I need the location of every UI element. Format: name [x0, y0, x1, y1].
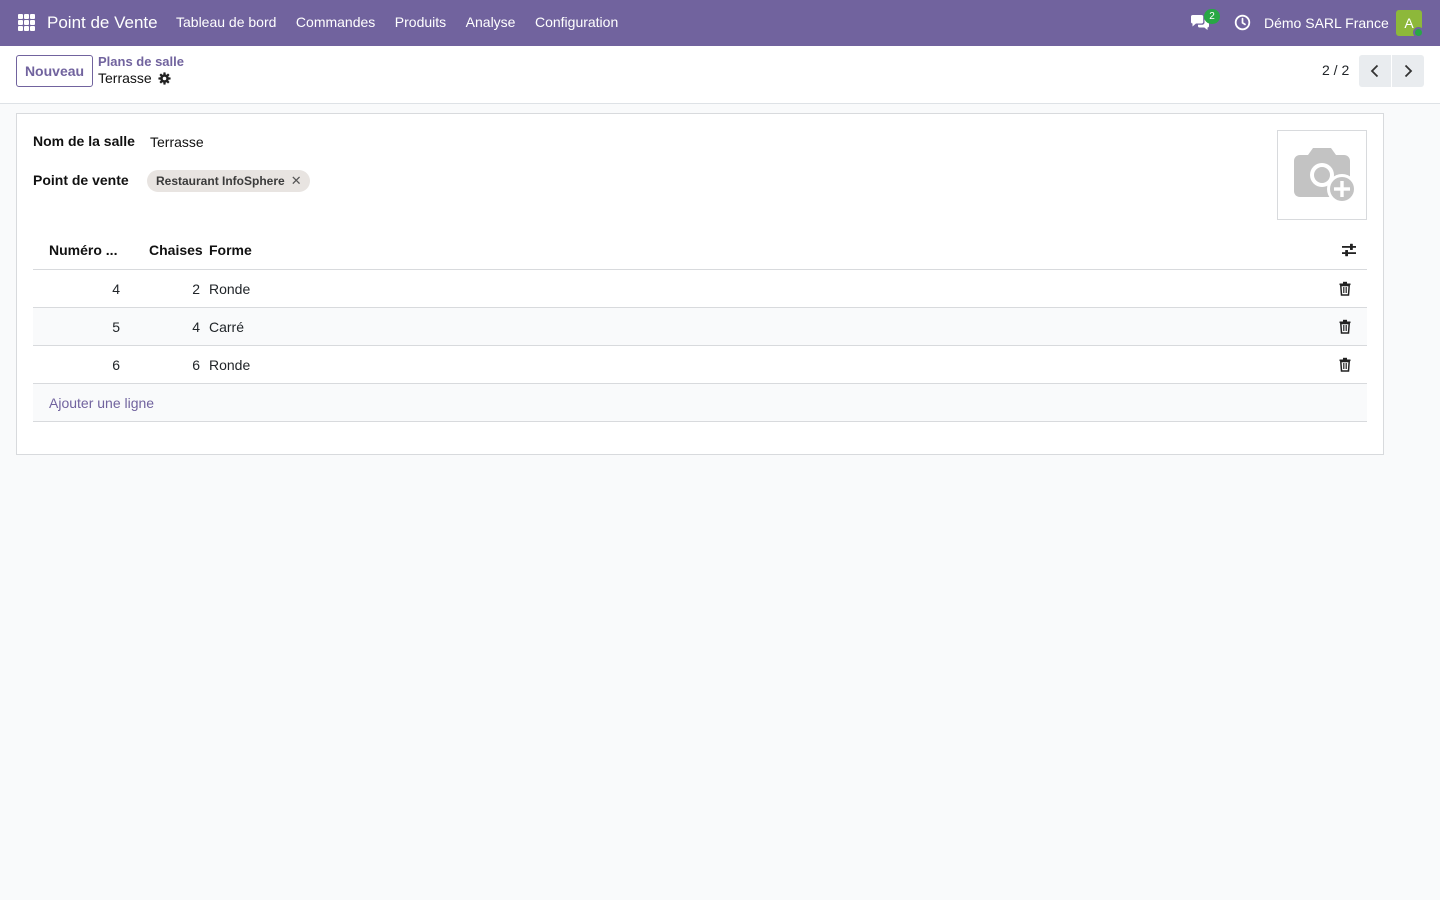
cell-chairs: 4 [192, 319, 200, 335]
trash-icon[interactable] [1338, 319, 1352, 334]
add-line-row: Ajouter une ligne [33, 384, 1367, 422]
cell-number: 5 [112, 319, 120, 335]
menu-item-reporting[interactable]: Analyse [466, 14, 516, 30]
app-name[interactable]: Point de Vente [47, 13, 158, 33]
form-sheet: Nom de la salle Terrasse Point de vente … [16, 113, 1384, 455]
apps-menu-icon[interactable] [18, 14, 35, 31]
floor-name-label: Nom de la salle [33, 133, 135, 149]
trash-icon[interactable] [1338, 281, 1352, 296]
menu-item-orders[interactable]: Commandes [296, 14, 375, 30]
menu-item-dashboard[interactable]: Tableau de bord [176, 14, 276, 30]
column-header-number[interactable]: Numéro ... [49, 242, 117, 258]
breadcrumb[interactable]: Plans de salle [98, 54, 184, 69]
pager-value[interactable]: 2 / 2 [1322, 62, 1349, 78]
menu-item-products[interactable]: Produits [395, 14, 446, 30]
camera-add-icon [1294, 148, 1357, 204]
cell-shape: Ronde [209, 357, 251, 373]
company-switcher[interactable]: Démo SARL France [1264, 15, 1389, 31]
chevron-left-icon [1370, 64, 1379, 78]
point-of-sale-label: Point de vente [33, 172, 129, 188]
floor-name-field[interactable]: Terrasse [150, 134, 204, 150]
table-row[interactable]: 5 4 Carré [33, 308, 1367, 346]
chevron-right-icon [1404, 64, 1413, 78]
table-row[interactable]: 4 2 Ronde [33, 270, 1367, 308]
cell-chairs: 6 [192, 357, 200, 373]
column-header-chairs[interactable]: Chaises [149, 242, 203, 258]
cell-number: 4 [112, 281, 120, 297]
top-navbar: Point de Vente Tableau de bord Commandes… [0, 0, 1440, 46]
image-upload[interactable] [1277, 130, 1367, 220]
activity-clock-icon[interactable] [1234, 14, 1251, 31]
online-status-dot [1413, 27, 1424, 38]
main-menu: Tableau de bord Commandes Produits Analy… [176, 14, 638, 30]
new-button[interactable]: Nouveau [16, 55, 93, 87]
column-header-shape[interactable]: Forme [209, 242, 252, 258]
gear-icon[interactable] [158, 72, 171, 85]
tag-remove-icon[interactable]: ✕ [291, 173, 302, 189]
trash-icon[interactable] [1338, 357, 1352, 372]
optional-columns-icon[interactable] [1341, 242, 1357, 258]
table-header: Numéro ... Chaises Forme [33, 230, 1367, 270]
pager-next-button[interactable] [1392, 55, 1424, 87]
cell-shape: Carré [209, 319, 245, 335]
cell-chairs: 2 [192, 281, 200, 297]
pager-previous-button[interactable] [1359, 55, 1391, 87]
table-row[interactable]: 6 6 Ronde [33, 346, 1367, 384]
add-line-link[interactable]: Ajouter une ligne [49, 395, 154, 411]
cell-number: 6 [112, 357, 120, 373]
messages-count-badge: 2 [1204, 9, 1220, 24]
record-title: Terrasse [98, 70, 152, 86]
point-of-sale-tag[interactable]: Restaurant InfoSphere ✕ [147, 170, 310, 192]
tables-list: Numéro ... Chaises Forme 4 2 Ronde 5 4 C… [33, 230, 1367, 422]
control-panel: Nouveau Plans de salle Terrasse 2 / 2 [0, 46, 1440, 104]
menu-item-configuration[interactable]: Configuration [535, 14, 618, 30]
tag-label: Restaurant InfoSphere [156, 174, 285, 188]
cell-shape: Ronde [209, 281, 251, 297]
